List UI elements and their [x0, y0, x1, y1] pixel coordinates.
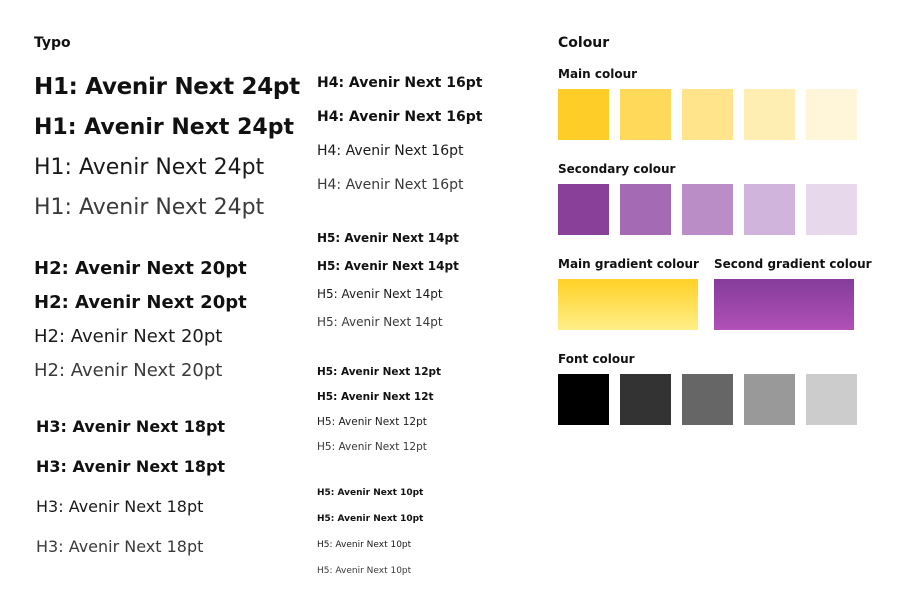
h4-sample-bold: H4: Avenir Next 16pt [317, 109, 483, 125]
font-swatch-2 [620, 374, 671, 425]
h1-sample-black: H1: Avenir Next 24pt [34, 74, 300, 100]
secondary-swatch-5 [806, 184, 857, 235]
h2-sample-black: H2: Avenir Next 20pt [34, 258, 247, 279]
main-swatch-2 [620, 89, 671, 140]
h2-sample-medium: H2: Avenir Next 20pt [34, 326, 223, 347]
h5-12-sample-bold: H5: Avenir Next 12t [317, 391, 434, 403]
second-gradient-swatch [714, 279, 854, 330]
h5-14-sample-black: H5: Avenir Next 14pt [317, 231, 459, 245]
h2-sample-light: H2: Avenir Next 20pt [34, 360, 223, 381]
main-swatch-4 [744, 89, 795, 140]
main-swatch-5 [806, 89, 857, 140]
typo-title: Typo [34, 35, 71, 51]
main-colour-label: Main colour [558, 67, 638, 81]
font-swatch-3 [682, 374, 733, 425]
font-colour-label: Font colour [558, 352, 635, 366]
secondary-swatch-4 [744, 184, 795, 235]
h5-14-sample-light: H5: Avenir Next 14pt [317, 315, 443, 329]
h3-sample-light: H3: Avenir Next 18pt [36, 537, 204, 556]
h4-sample-light: H4: Avenir Next 16pt [317, 177, 464, 193]
second-gradient-label: Second gradient colour [714, 257, 872, 271]
colour-title: Colour [558, 35, 610, 51]
h1-sample-light: H1: Avenir Next 24pt [34, 195, 265, 220]
h3-sample-black: H3: Avenir Next 18pt [36, 417, 226, 436]
main-gradient-swatch [558, 279, 698, 330]
h5-12-sample-black: H5: Avenir Next 12pt [317, 366, 442, 378]
font-swatch-5 [806, 374, 857, 425]
h5-10-sample-black: H5: Avenir Next 10pt [317, 488, 424, 498]
h5-14-sample-bold: H5: Avenir Next 14pt [317, 259, 459, 273]
h3-sample-bold: H3: Avenir Next 18pt [36, 457, 226, 476]
main-swatch-1 [558, 89, 609, 140]
h5-10-sample-medium: H5: Avenir Next 10pt [317, 540, 412, 550]
h5-12-sample-light: H5: Avenir Next 12pt [317, 441, 427, 453]
secondary-swatch-2 [620, 184, 671, 235]
h5-10-sample-bold: H5: Avenir Next 10pt [317, 514, 424, 524]
secondary-colour-label: Secondary colour [558, 162, 676, 176]
secondary-swatch-3 [682, 184, 733, 235]
main-gradient-label: Main gradient colour [558, 257, 699, 271]
h3-sample-medium: H3: Avenir Next 18pt [36, 497, 204, 516]
font-swatch-1 [558, 374, 609, 425]
h5-12-sample-medium: H5: Avenir Next 12pt [317, 416, 427, 428]
h1-sample-medium: H1: Avenir Next 24pt [34, 155, 265, 180]
h5-10-sample-light: H5: Avenir Next 10pt [317, 566, 412, 576]
h4-sample-black: H4: Avenir Next 16pt [317, 75, 483, 91]
h5-14-sample-medium: H5: Avenir Next 14pt [317, 287, 443, 301]
font-swatch-4 [744, 374, 795, 425]
main-swatch-3 [682, 89, 733, 140]
h2-sample-bold: H2: Avenir Next 20pt [34, 292, 247, 313]
h1-sample-bold: H1: Avenir Next 24pt [34, 115, 294, 140]
h4-sample-medium: H4: Avenir Next 16pt [317, 143, 464, 159]
secondary-swatch-1 [558, 184, 609, 235]
